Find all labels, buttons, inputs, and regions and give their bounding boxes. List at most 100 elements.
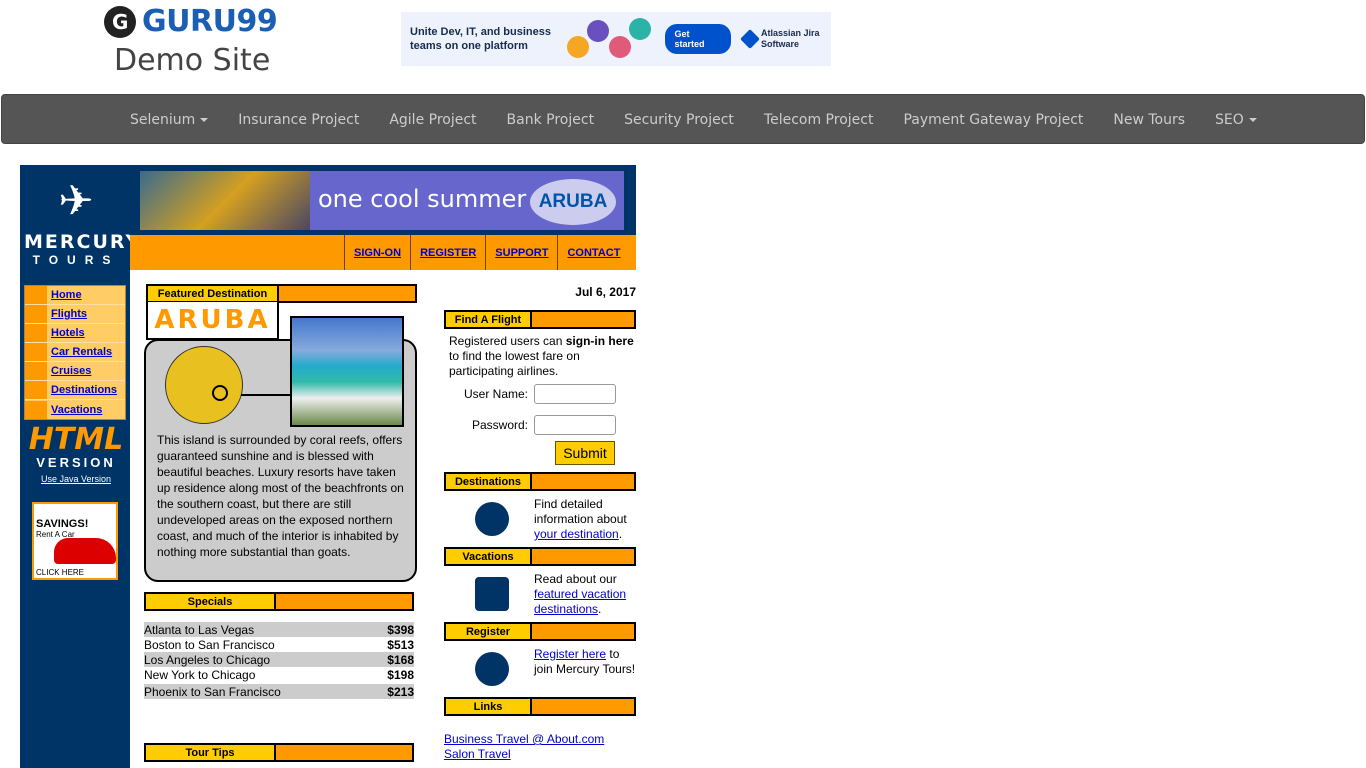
html-version-subtitle: VERSION: [36, 455, 116, 470]
special-price: $398: [387, 622, 414, 637]
html-version-badge: HTML VERSION Use Java Version: [26, 422, 126, 485]
side-menu-item-vacations: Vacations: [25, 400, 125, 419]
location-marker-icon: [212, 385, 228, 401]
side-menu-item-car-rentals: Car Rentals: [25, 343, 125, 362]
destinations-desc: Find detailed information about: [534, 497, 627, 526]
mercury-tours-logo[interactable]: ✈ MERCURY TOURS: [24, 171, 142, 275]
sign-in-info-pre: Registered users can: [449, 334, 566, 348]
globe-icon: [165, 346, 243, 424]
special-route: Phoenix to San Francisco: [144, 684, 281, 699]
side-menu-item-destinations: Destinations: [25, 381, 125, 400]
find-a-flight-label: Find A Flight: [446, 312, 532, 327]
featured-destination-label: Featured Destination: [148, 286, 279, 301]
top-advertisement[interactable]: Unite Dev, IT, and business teams on one…: [401, 12, 831, 66]
flights-link[interactable]: Flights: [51, 308, 87, 320]
nav-telecom-project[interactable]: Telecom Project: [749, 112, 889, 128]
car-rentals-link[interactable]: Car Rentals: [51, 346, 112, 358]
guru99-logo[interactable]: G GURU99 Demo Site: [104, 4, 284, 78]
register-label: Register: [446, 624, 532, 639]
specials-table: Atlanta to Las Vegas $398 Boston to San F…: [144, 622, 414, 699]
nav-seo[interactable]: SEO: [1200, 112, 1272, 128]
sign-on-link[interactable]: SIGN-ON: [344, 235, 410, 270]
nav-bank-project[interactable]: Bank Project: [492, 112, 610, 128]
atlassian-logo: Atlassian Jira Software: [740, 28, 831, 50]
ad-get-started-button[interactable]: Get started: [664, 24, 731, 54]
use-java-version-link[interactable]: Use Java Version: [26, 474, 126, 484]
ad-vendor: Atlassian Jira Software: [761, 28, 820, 49]
special-route: Boston to San Francisco: [144, 637, 275, 652]
nav-new-tours[interactable]: New Tours: [1098, 112, 1200, 128]
beach-photo: [290, 316, 404, 427]
rent-a-car-ad[interactable]: SAVINGS! Rent A Car CLICK HERE: [32, 502, 118, 580]
register-here-link[interactable]: Register here: [534, 647, 606, 661]
featured-destination-header: Featured Destination: [146, 284, 417, 303]
vacations-text: Read about our featured vacation destina…: [534, 572, 640, 617]
featured-vacation-link[interactable]: featured vacation destinations: [534, 587, 626, 616]
contact-link[interactable]: CONTACT: [557, 235, 629, 270]
salon-travel-link[interactable]: Salon Travel: [444, 747, 604, 762]
nav-seo-label: SEO: [1215, 112, 1244, 128]
destinations-header: Destinations: [444, 472, 636, 491]
hotels-link[interactable]: Hotels: [51, 327, 85, 339]
destinations-label: Destinations: [446, 474, 532, 489]
links-label: Links: [446, 699, 532, 714]
nav-insurance-project[interactable]: Insurance Project: [223, 112, 374, 128]
side-menu-item-flights: Flights: [25, 305, 125, 324]
tour-tips-header: Tour Tips: [144, 743, 414, 762]
ad-people-image: [557, 14, 655, 64]
support-link[interactable]: SUPPORT: [485, 235, 557, 270]
special-price: $513: [387, 637, 414, 652]
special-price: $213: [387, 684, 414, 699]
featured-description: This island is surrounded by coral reefs…: [157, 433, 404, 559]
special-route: Atlanta to Las Vegas: [144, 622, 255, 637]
savings-click-here: CLICK HERE: [36, 568, 85, 577]
table-row: Atlanta to Las Vegas $398: [144, 622, 414, 637]
home-link[interactable]: Home: [51, 289, 82, 301]
banner-text: one cool summer: [318, 185, 527, 213]
nav-agile-project[interactable]: Agile Project: [374, 112, 491, 128]
nav-payment-gateway-project[interactable]: Payment Gateway Project: [888, 112, 1098, 128]
sign-in-info-post: to find the lowest fare on participating…: [449, 349, 580, 378]
caret-down-icon: [1248, 118, 1257, 122]
current-date: Jul 6, 2017: [575, 285, 636, 299]
destinations-text: Find detailed information about your des…: [534, 497, 640, 542]
destinations-link[interactable]: Destinations: [51, 384, 117, 396]
links-header: Links: [444, 697, 636, 716]
airplane-icon: ✈: [58, 177, 94, 224]
sun-icon: [475, 577, 509, 611]
vacations-label: Vacations: [446, 549, 532, 564]
vacations-header: Vacations: [444, 547, 636, 566]
register-link[interactable]: REGISTER: [410, 235, 485, 270]
html-version-title: HTML: [28, 422, 124, 457]
vacations-link[interactable]: Vacations: [51, 404, 102, 416]
nav-selenium[interactable]: Selenium: [115, 112, 223, 128]
aruba-logo: ARUBA: [530, 179, 616, 225]
cruises-link[interactable]: Cruises: [51, 365, 91, 377]
username-input[interactable]: [534, 384, 616, 404]
mercury-tours-frame: ✈ MERCURY TOURS Home Flights Hotels Car …: [20, 165, 636, 768]
special-price: $168: [387, 652, 414, 667]
special-route: New York to Chicago: [144, 667, 256, 682]
aruba-banner[interactable]: one cool summer ARUBA: [138, 169, 626, 232]
table-row: Phoenix to San Francisco $213: [144, 684, 414, 699]
logo-tours: TOURS: [32, 253, 120, 267]
main-navbar: Selenium Insurance Project Agile Project…: [1, 94, 1365, 144]
nav-selenium-label: Selenium: [130, 112, 196, 128]
table-row: Boston to San Francisco $513: [144, 637, 414, 652]
submit-button[interactable]: Submit: [555, 441, 615, 465]
nav-security-project[interactable]: Security Project: [609, 112, 749, 128]
business-travel-link[interactable]: Business Travel @ About.com: [444, 732, 604, 747]
sign-in-info: Registered users can sign-in here to fin…: [449, 334, 639, 379]
register-text: Register here to join Mercury Tours!: [534, 647, 640, 677]
find-a-flight-header: Find A Flight: [444, 310, 636, 329]
featured-name: ARUBA: [146, 302, 279, 340]
logo-mercury: MERCURY: [24, 231, 142, 253]
left-column: ✈ MERCURY TOURS Home Flights Hotels Car …: [20, 165, 142, 768]
brand-name: GURU99: [142, 4, 278, 39]
site-subtitle: Demo Site: [114, 43, 271, 78]
specials-header: Specials: [144, 592, 414, 611]
top-menu: SIGN-ON REGISTER SUPPORT CONTACT: [344, 235, 629, 270]
password-input[interactable]: [534, 415, 616, 435]
vacations-desc: Read about our: [534, 572, 617, 586]
your-destination-link[interactable]: your destination: [534, 527, 619, 541]
